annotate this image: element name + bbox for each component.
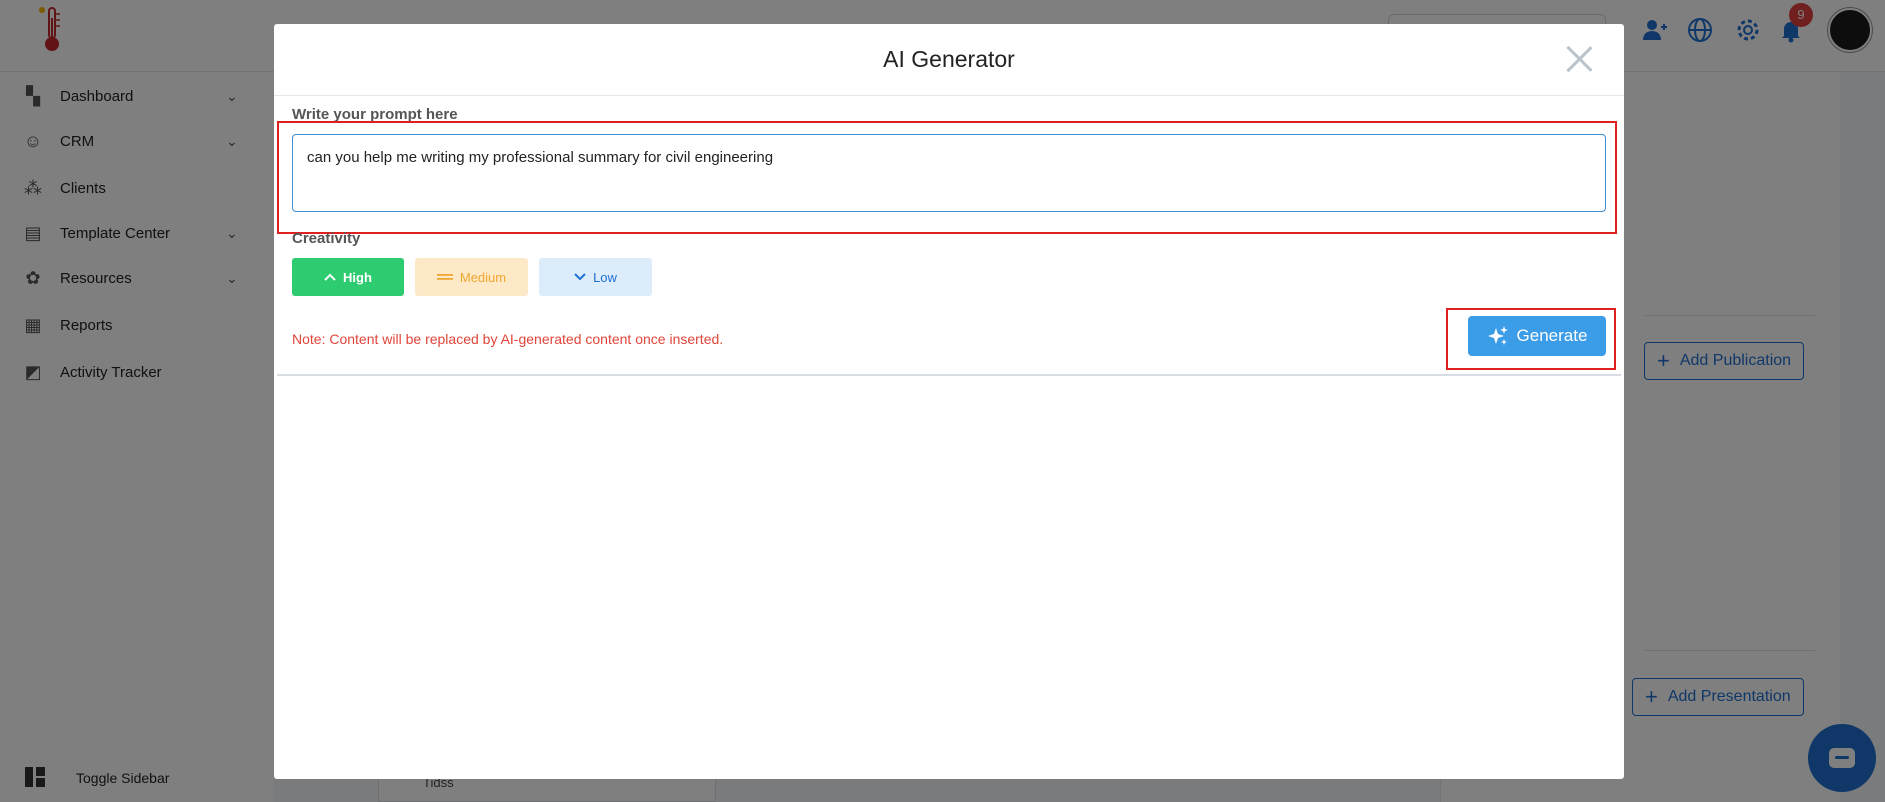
- modal-divider: [277, 374, 1621, 376]
- creativity-low-label: Low: [593, 269, 617, 285]
- creativity-label: Creativity: [292, 230, 361, 247]
- creativity-high-button[interactable]: High: [292, 258, 404, 296]
- close-icon[interactable]: [1564, 44, 1594, 74]
- ai-generator-modal: AI Generator Write your prompt here can …: [274, 24, 1624, 779]
- generate-button[interactable]: Generate: [1468, 316, 1606, 356]
- modal-header: AI Generator: [274, 24, 1624, 96]
- chevron-down-icon: [574, 273, 586, 281]
- prompt-input[interactable]: can you help me writing my professional …: [292, 134, 1606, 212]
- creativity-medium-label: Medium: [459, 269, 507, 285]
- creativity-high-label: High: [343, 269, 372, 285]
- creativity-medium-button[interactable]: Medium: [415, 258, 528, 296]
- replace-note: Note: Content will be replaced by AI-gen…: [292, 331, 724, 347]
- chevron-up-icon: [324, 273, 336, 281]
- modal-title: AI Generator: [883, 46, 1015, 72]
- creativity-low-button[interactable]: Low: [539, 258, 652, 296]
- equals-icon: [436, 274, 453, 280]
- generate-label: Generate: [1516, 326, 1588, 345]
- sparkle-icon: [1487, 326, 1508, 345]
